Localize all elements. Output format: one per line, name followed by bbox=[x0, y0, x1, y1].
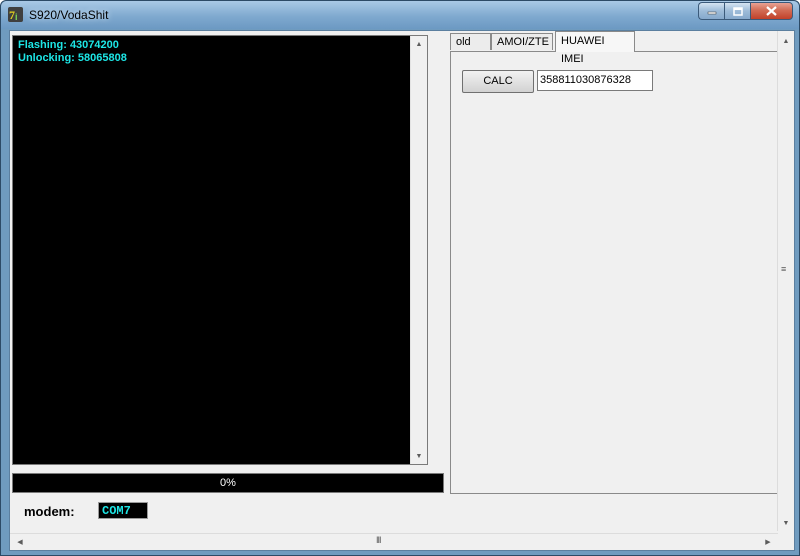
tab-old[interactable]: old bbox=[450, 33, 491, 50]
scroll-left-arrow-icon[interactable]: ◀ bbox=[12, 534, 28, 550]
log-line: Flashing: 43074200 bbox=[18, 39, 119, 51]
app-icon: 7 i bbox=[8, 7, 23, 22]
window-vertical-scrollbar[interactable]: ▲ ≡ ▼ bbox=[777, 31, 794, 531]
maximize-button[interactable] bbox=[724, 2, 750, 20]
calc-button[interactable]: CALC bbox=[462, 70, 534, 93]
tab-amoi-zte[interactable]: AMOI/ZTE bbox=[491, 33, 553, 50]
scroll-corner bbox=[778, 533, 794, 550]
log-scrollbar[interactable]: ▲ ▼ bbox=[410, 36, 427, 464]
progress-label: 0% bbox=[220, 477, 236, 489]
tab-huawei-imei[interactable]: HUAWEI IMEI bbox=[555, 31, 635, 65]
window-controls bbox=[698, 2, 793, 20]
scroll-up-arrow-icon[interactable]: ▲ bbox=[778, 33, 794, 49]
scroll-right-arrow-icon[interactable]: ▶ bbox=[760, 534, 776, 550]
minimize-button[interactable] bbox=[698, 2, 724, 20]
close-button[interactable] bbox=[750, 2, 793, 20]
window-horizontal-scrollbar[interactable]: ◀ III ▶ bbox=[10, 533, 778, 550]
scroll-grip-icon[interactable]: III bbox=[376, 535, 381, 545]
progress-bar: 0% bbox=[12, 473, 444, 493]
modem-label: modem: bbox=[24, 504, 75, 519]
scroll-down-arrow-icon[interactable]: ▼ bbox=[778, 515, 794, 531]
imei-field[interactable]: 358811030876328 bbox=[537, 70, 653, 91]
title-bar[interactable]: 7 i S920/VodaShit bbox=[1, 1, 799, 29]
svg-text:i: i bbox=[15, 12, 18, 22]
scroll-up-arrow-icon[interactable]: ▲ bbox=[411, 36, 427, 52]
scroll-down-arrow-icon[interactable]: ▼ bbox=[411, 448, 427, 464]
log-panel[interactable]: Flashing: 43074200 Unlocking: 58065808 ▲… bbox=[12, 35, 428, 465]
maximize-icon bbox=[732, 6, 743, 16]
minimize-icon bbox=[707, 11, 716, 15]
app-window: 7 i S920/VodaShit Flashing: 43074200 Unl… bbox=[0, 0, 800, 556]
log-lines: Flashing: 43074200 Unlocking: 58065808 bbox=[18, 39, 127, 65]
client-area: Flashing: 43074200 Unlocking: 58065808 ▲… bbox=[9, 30, 795, 551]
huawei-imei-panel: CALC 358811030876328 bbox=[450, 51, 779, 494]
log-line: Unlocking: 58065808 bbox=[18, 52, 127, 64]
scroll-grip-icon[interactable]: ≡ bbox=[781, 264, 786, 274]
window-title: S920/VodaShit bbox=[29, 8, 109, 22]
modem-port-field[interactable]: COM7 bbox=[98, 502, 148, 519]
close-icon bbox=[766, 6, 777, 16]
